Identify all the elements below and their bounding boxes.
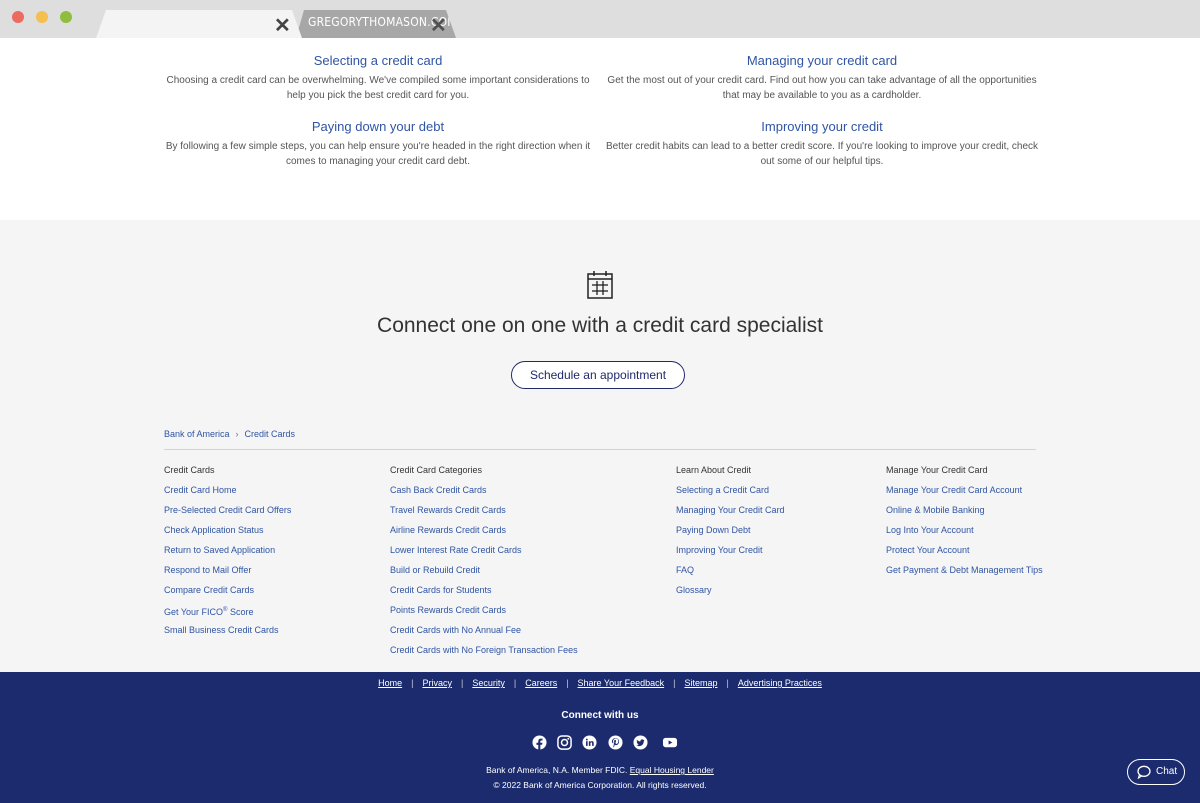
footer-home-link[interactable]: Home (378, 678, 402, 688)
footer-link[interactable]: Return to Saved Application (164, 544, 291, 564)
footer-link[interactable]: Online & Mobile Banking (886, 504, 1043, 524)
footer-link[interactable]: Small Business Credit Cards (164, 624, 291, 644)
footer-column-learn: Learn About Credit Selecting a Credit Ca… (676, 464, 785, 604)
footer-link[interactable]: Build or Rebuild Credit (390, 564, 578, 584)
article-improving: Improving your credit Better credit habi… (602, 118, 1042, 169)
footer-link[interactable]: Credit Cards for Students (390, 584, 578, 604)
footer-separator: | (460, 678, 464, 688)
footer-privacy-link[interactable]: Privacy (422, 678, 452, 688)
footer-separator: | (566, 678, 569, 688)
footer-link[interactable]: Managing Your Credit Card (676, 504, 785, 524)
footer-sitemap-link[interactable]: Sitemap (684, 678, 717, 688)
article-managing: Managing your credit card Get the most o… (602, 52, 1042, 103)
footer-link[interactable]: Selecting a Credit Card (676, 484, 785, 504)
equal-housing-lender-link[interactable]: Equal Housing Lender (630, 765, 714, 775)
footer-security-link[interactable]: Security (472, 678, 505, 688)
footer-separator: | (411, 678, 414, 688)
article-text: Better credit habits can lead to a bette… (605, 141, 1039, 167)
article-text: Get the most out of your credit card. Fi… (607, 75, 1037, 101)
legal-line-1: Bank of America, N.A. Member FDIC. Equal… (0, 765, 1200, 775)
footer-link[interactable]: Airline Rewards Credit Cards (390, 524, 578, 544)
article-text: Choosing a credit card can be overwhelmi… (166, 75, 590, 101)
divider (164, 449, 1036, 450)
column-title: Learn About Credit (676, 465, 752, 475)
column-title: Credit Cards (164, 465, 215, 475)
fico-label: Get Your FICO (164, 607, 224, 617)
article-selecting: Selecting a credit card Choosing a credi… (158, 52, 598, 103)
breadcrumb-current[interactable]: Credit Cards (245, 429, 296, 439)
instagram-icon[interactable] (557, 735, 572, 750)
browser-tab-active[interactable]: ✕ (96, 10, 302, 38)
footer-link[interactable]: FAQ (676, 564, 785, 584)
footer-column-categories: Credit Card Categories Cash Back Credit … (390, 464, 578, 664)
footer-link[interactable]: Respond to Mail Offer (164, 564, 291, 584)
footer-link[interactable]: Glossary (676, 584, 785, 604)
footer-separator: | (513, 678, 517, 688)
article-paying-debt: Paying down your debt By following a few… (158, 118, 598, 169)
footer-separator: | (673, 678, 676, 688)
column-title: Credit Card Categories (390, 465, 483, 475)
window-close-dot[interactable] (12, 11, 24, 23)
browser-tab-gregorythomason[interactable]: GREGORYTHOMASON.COM ✕ (296, 10, 456, 38)
footer-separator: | (726, 678, 729, 688)
social-links (531, 735, 681, 751)
footer-link[interactable]: Points Rewards Credit Cards (390, 604, 578, 624)
footer-link[interactable]: Paying Down Debt (676, 524, 785, 544)
footer-column-credit-cards: Credit Cards Credit Card Home Pre-Select… (164, 464, 291, 644)
article-title[interactable]: Managing your credit card (602, 52, 1042, 70)
footer-link[interactable]: Log Into Your Account (886, 524, 1043, 544)
article-text: By following a few simple steps, you can… (165, 141, 591, 167)
footer-link[interactable]: Check Application Status (164, 524, 291, 544)
footer-column-manage: Manage Your Credit Card Manage Your Cred… (886, 464, 1043, 584)
chat-label: Chat (1156, 766, 1178, 777)
footer-link-fico[interactable]: Get Your FICO® Score (164, 604, 291, 624)
footer-link[interactable]: Travel Rewards Credit Cards (390, 504, 578, 524)
article-grid: Selecting a credit card Choosing a credi… (0, 38, 1200, 220)
twitter-icon[interactable] (633, 735, 648, 750)
article-title[interactable]: Improving your credit (602, 118, 1042, 136)
youtube-icon[interactable] (662, 735, 678, 750)
footer-advertising-link[interactable]: Advertising Practices (738, 678, 822, 688)
window-zoom-dot[interactable] (60, 11, 72, 23)
specialist-section: Connect one on one with a credit card sp… (0, 220, 1200, 672)
copyright: © 2022 Bank of America Corporation. All … (493, 780, 707, 790)
window-minimize-dot[interactable] (36, 11, 48, 23)
chat-bubble-icon (1137, 765, 1151, 779)
footer-link[interactable]: Pre-Selected Credit Card Offers (164, 504, 291, 524)
footer-link[interactable]: Credit Cards with No Foreign Transaction… (390, 644, 578, 664)
article-title[interactable]: Selecting a credit card (158, 52, 598, 70)
close-icon[interactable]: ✕ (274, 13, 291, 38)
linkedin-icon[interactable] (582, 735, 597, 750)
footer-link[interactable]: Protect Your Account (886, 544, 1043, 564)
close-icon[interactable]: ✕ (430, 13, 447, 38)
calendar-icon (587, 271, 613, 299)
footer-link[interactable]: Get Payment & Debt Management Tips (886, 564, 1043, 584)
facebook-icon[interactable] (532, 735, 547, 750)
chat-button[interactable]: Chat (1127, 759, 1185, 785)
footer-nav: Home | Privacy | Security | Careers | Share Your… (0, 678, 1200, 688)
article-title[interactable]: Paying down your debt (158, 118, 598, 136)
column-title: Manage Your Credit Card (886, 465, 988, 475)
pinterest-icon[interactable] (608, 735, 623, 750)
specialist-heading: Connect one on one with a credit card sp… (377, 314, 823, 337)
footer-careers-link[interactable]: Careers (525, 678, 557, 688)
footer-link[interactable]: Manage Your Credit Card Account (886, 484, 1043, 504)
fico-tail: Score (227, 607, 254, 617)
site-footer: Home | Privacy | Security | Careers | Share Your… (0, 672, 1200, 803)
footer-link[interactable]: Improving Your Credit (676, 544, 785, 564)
breadcrumb-separator: › (235, 429, 239, 439)
connect-with-us-label: Connect with us (561, 710, 639, 721)
footer-link[interactable]: Credit Cards with No Annual Fee (390, 624, 578, 644)
footer-link[interactable]: Cash Back Credit Cards (390, 484, 578, 504)
legal-text: Bank of America, N.A. Member FDIC. (486, 765, 628, 775)
breadcrumb: Bank of America › Credit Cards (164, 429, 295, 439)
browser-chrome: GREGORYTHOMASON.COM ✕ ✕ (0, 0, 1200, 38)
footer-link[interactable]: Lower Interest Rate Credit Cards (390, 544, 578, 564)
breadcrumb-home[interactable]: Bank of America (164, 429, 230, 439)
footer-link[interactable]: Credit Card Home (164, 484, 291, 504)
footer-link[interactable]: Compare Credit Cards (164, 584, 291, 604)
schedule-appointment-button[interactable]: Schedule an appointment (511, 361, 685, 389)
footer-feedback-link[interactable]: Share Your Feedback (578, 678, 665, 688)
